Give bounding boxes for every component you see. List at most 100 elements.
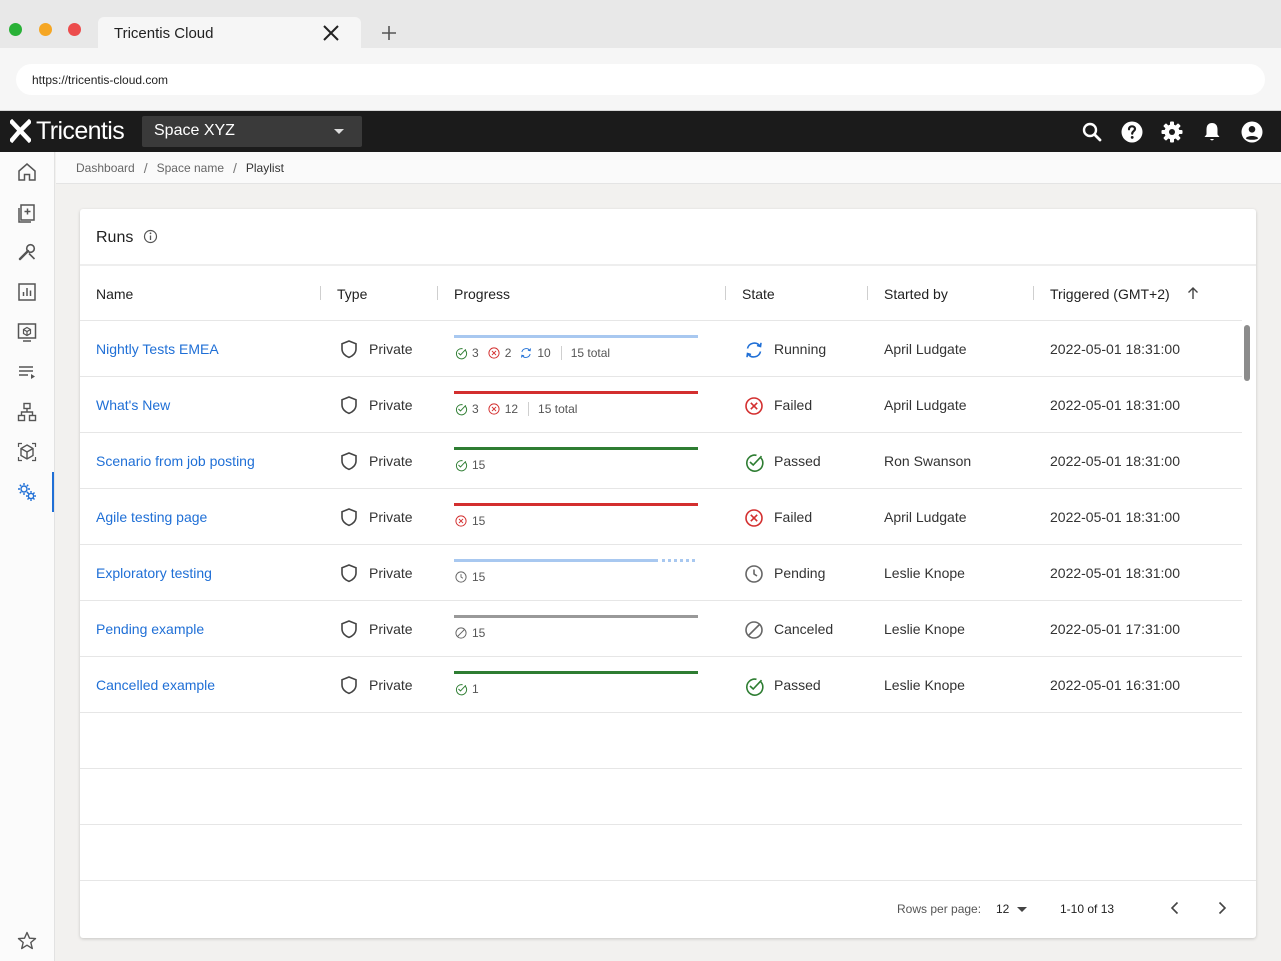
column-header-type[interactable]: Type (337, 286, 367, 302)
scrollbar[interactable] (1244, 325, 1250, 381)
chevron-down-icon (334, 129, 344, 134)
tricentis-logo[interactable]: Tricentis (10, 116, 125, 145)
search-icon[interactable] (1080, 120, 1104, 144)
column-header-name[interactable]: Name (96, 286, 133, 302)
failed-icon (488, 347, 500, 359)
run-triggered: 2022-05-01 18:31:00 (1050, 397, 1180, 413)
progress-stats: 15 (454, 570, 493, 584)
settings-cog-icon (18, 483, 36, 501)
space-select-value: Space XYZ (154, 122, 235, 139)
side-navigation (0, 152, 55, 961)
run-state: Pending (774, 565, 826, 581)
run-name-link[interactable]: What's New (96, 397, 170, 413)
sort-ascending-icon[interactable] (1186, 286, 1200, 300)
failed-state-icon (745, 509, 763, 527)
nav-item-playlists[interactable] (0, 352, 54, 392)
breadcrumb-space-name[interactable]: Space name (157, 161, 224, 175)
rows-per-page-select[interactable]: 12 (996, 902, 1009, 916)
nav-item-reports[interactable] (0, 272, 54, 312)
shield-icon (341, 676, 357, 695)
breadcrumb-dashboard[interactable]: Dashboard (76, 161, 135, 175)
failed-icon (455, 515, 467, 527)
run-triggered: 2022-05-01 18:31:00 (1050, 509, 1180, 525)
window-close-button[interactable] (68, 23, 81, 36)
nav-item-hierarchy[interactable] (0, 392, 54, 432)
state-indicator (743, 619, 765, 641)
canceled-state-icon (745, 621, 763, 639)
close-icon[interactable] (321, 23, 341, 43)
help-icon[interactable] (1120, 120, 1144, 144)
shield-icon (341, 340, 357, 359)
run-name-link[interactable]: Cancelled example (96, 677, 215, 693)
column-divider (1033, 286, 1034, 300)
run-name-link[interactable]: Scenario from job posting (96, 453, 255, 469)
table-row[interactable]: Scenario from job posting Private 15 Passed… (80, 433, 1242, 489)
run-state: Failed (774, 397, 813, 413)
progress-stat-passed: 3 (454, 402, 479, 416)
table-row[interactable]: Agile testing page Private 15 Failed April L… (80, 489, 1242, 545)
shield-icon (341, 508, 357, 527)
progress-bar (454, 615, 698, 618)
passed-icon (455, 460, 468, 472)
progress-stat-value: 3 (472, 402, 479, 416)
info-icon[interactable] (143, 229, 158, 244)
state-indicator (743, 451, 765, 473)
run-started-by: Leslie Knope (884, 565, 965, 581)
column-header-state[interactable]: State (742, 286, 775, 302)
browser-tab[interactable]: Tricentis Cloud (98, 17, 361, 48)
run-started-by: April Ludgate (884, 509, 967, 525)
settings-icon[interactable] (1160, 120, 1184, 144)
progress-stat-value: 2 (504, 346, 512, 360)
breadcrumb: Dashboard / Space name / Playlist (56, 152, 1281, 184)
browser-tab-strip: Tricentis Cloud (0, 0, 1281, 48)
shield-icon (341, 620, 357, 639)
browser-tab-title: Tricentis Cloud (114, 25, 214, 42)
table-row[interactable]: Nightly Tests EMEA Private 3 2 10 15 total Run… (80, 321, 1242, 377)
nav-item-favorites[interactable] (0, 921, 54, 961)
nav-item-tools[interactable] (0, 232, 54, 272)
run-type: Private (369, 565, 413, 581)
chevron-right-icon[interactable] (1213, 899, 1231, 917)
window-minimize-button[interactable] (39, 23, 52, 36)
passed-icon (455, 684, 468, 696)
chevron-left-icon[interactable] (1166, 899, 1184, 917)
table-row[interactable]: What's New Private 3 12 15 total Failed April … (80, 377, 1242, 433)
account-icon[interactable] (1240, 120, 1264, 144)
shield-icon (341, 564, 357, 583)
progress-stat-value: 1 (472, 682, 479, 696)
progress-stat-value: 12 (504, 402, 519, 416)
state-indicator (743, 563, 765, 585)
column-header-started-by[interactable]: Started by (884, 286, 948, 302)
nav-item-runs[interactable] (0, 472, 54, 512)
progress-stat-value: 15 (472, 514, 486, 528)
run-name-link[interactable]: Exploratory testing (96, 565, 212, 581)
column-header-progress[interactable]: Progress (454, 286, 510, 302)
column-divider (725, 286, 726, 300)
run-name-link[interactable]: Agile testing page (96, 509, 207, 525)
table-row[interactable]: Exploratory testing Private 15 Pending Lesli… (80, 545, 1242, 601)
nav-item-home[interactable] (0, 152, 54, 192)
column-header-triggered[interactable]: Triggered (GMT+2) (1050, 286, 1170, 302)
notifications-icon[interactable] (1200, 120, 1224, 144)
table-row[interactable]: Pending example Private 15 Canceled Leslie K… (80, 601, 1242, 657)
tools-icon (18, 243, 36, 261)
table-row[interactable]: Cancelled example Private 1 Passed Leslie Kn… (80, 657, 1242, 713)
add-document-icon (18, 204, 35, 223)
space-select[interactable]: Space XYZ (142, 116, 362, 147)
progress-stats: 3 2 10 15 total (454, 346, 618, 360)
progress-stats: 15 (454, 626, 493, 640)
run-name-link[interactable]: Nightly Tests EMEA (96, 341, 219, 357)
tricentis-logo-icon (10, 119, 31, 143)
nav-item-environments[interactable] (0, 312, 54, 352)
chevron-down-icon[interactable] (1017, 907, 1027, 912)
nav-item-packages[interactable] (0, 432, 54, 472)
nav-item-add-document[interactable] (0, 192, 54, 232)
shield-icon (341, 396, 357, 415)
plus-icon[interactable] (380, 24, 398, 42)
breadcrumb-separator: / (143, 159, 148, 176)
run-name-link[interactable]: Pending example (96, 621, 204, 637)
logo-text: Tricentis (36, 116, 125, 145)
progress-bar (454, 503, 698, 506)
url-input[interactable]: https://tricentis-cloud.com (16, 64, 1265, 95)
window-maximize-button[interactable] (9, 23, 22, 36)
